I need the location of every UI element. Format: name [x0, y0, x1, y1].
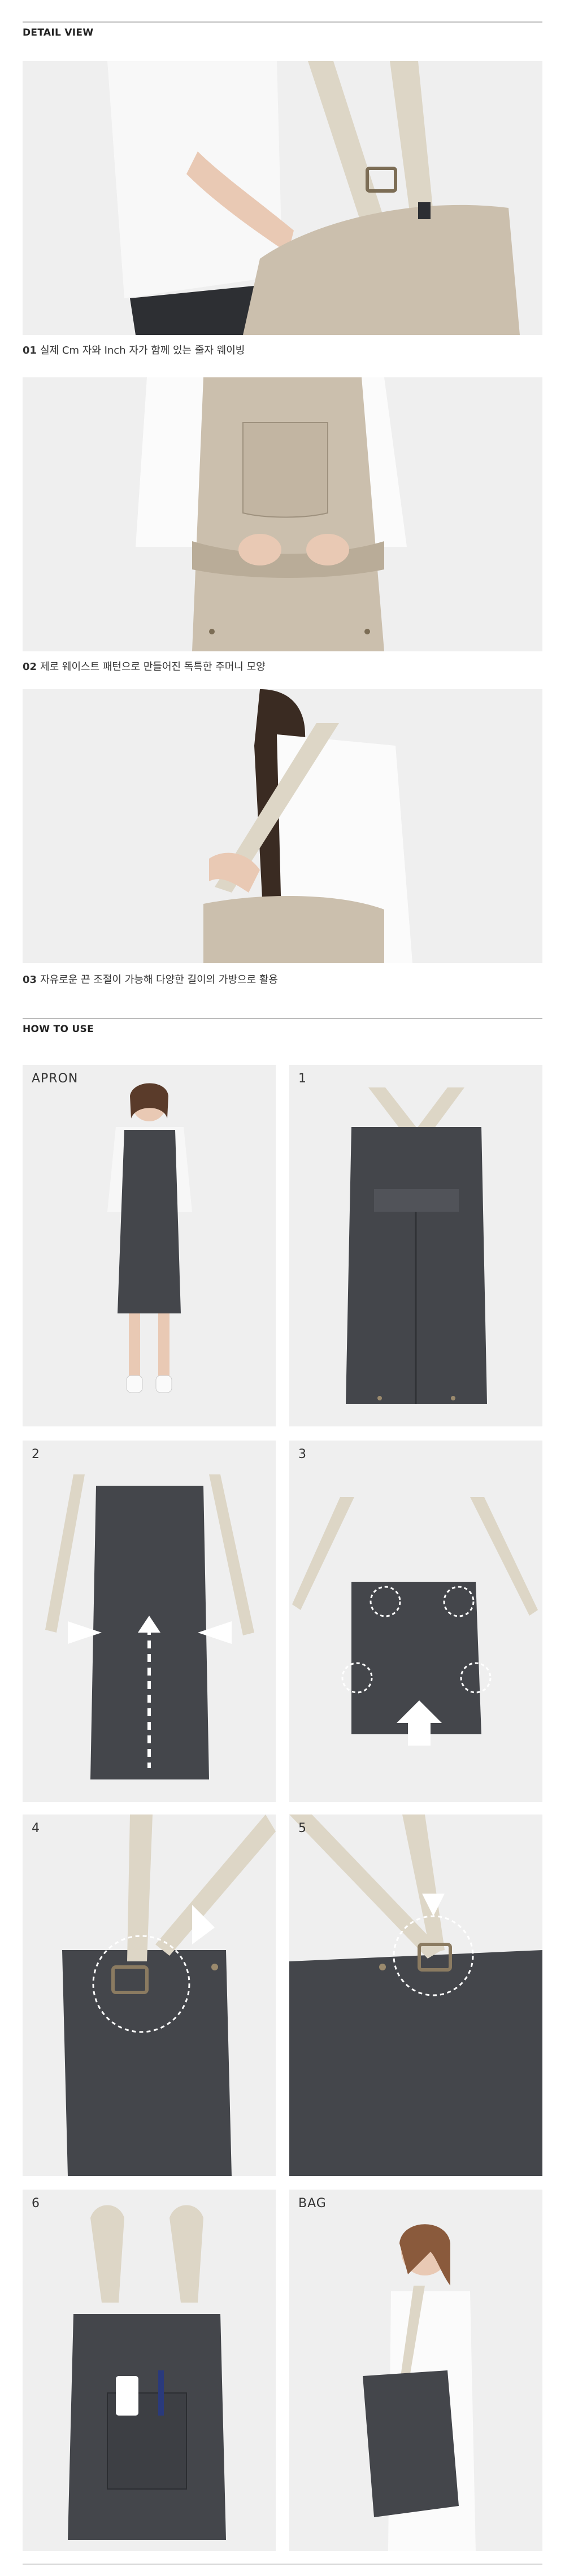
step-label-bag: BAG: [298, 2196, 327, 2211]
step-1-photo: 1: [289, 1065, 542, 1426]
how-to-use-heading: HOW TO USE: [23, 1018, 542, 1035]
detail-caption-2: 02 제로 웨이스트 패턴으로 만들어진 독특한 주머니 모양: [23, 661, 266, 673]
step-label-2: 2: [32, 1447, 40, 1461]
detail-photo-long-strap: [23, 689, 542, 963]
detail-photo-strap: [23, 61, 542, 335]
step-apron-photo: APRON: [23, 1065, 276, 1426]
step-label-apron: APRON: [32, 1072, 79, 1086]
step-label-6: 6: [32, 2196, 40, 2211]
step-bag-photo: BAG: [289, 2190, 542, 2551]
step-label-3: 3: [298, 1447, 307, 1461]
step-2-photo: 2: [23, 1441, 276, 1802]
step-4-photo: 4: [23, 1814, 276, 2176]
step-label-4: 4: [32, 1821, 40, 1835]
detail-caption-1: 01 실제 Cm 자와 Inch 자가 함께 있는 줄자 웨이빙: [23, 345, 245, 356]
detail-photo-pocket: [23, 377, 542, 651]
footer-divider: [23, 2564, 542, 2565]
step-6-photo: 6: [23, 2190, 276, 2551]
step-label-5: 5: [298, 1821, 307, 1835]
step-3-photo: 3: [289, 1441, 542, 1802]
step-5-photo: 5: [289, 1814, 542, 2176]
detail-view-heading: DETAIL VIEW: [23, 21, 542, 38]
step-label-1: 1: [298, 1072, 307, 1086]
detail-caption-3: 03 자유로운 끈 조절이 가능해 다양한 길이의 가방으로 활용: [23, 974, 278, 986]
